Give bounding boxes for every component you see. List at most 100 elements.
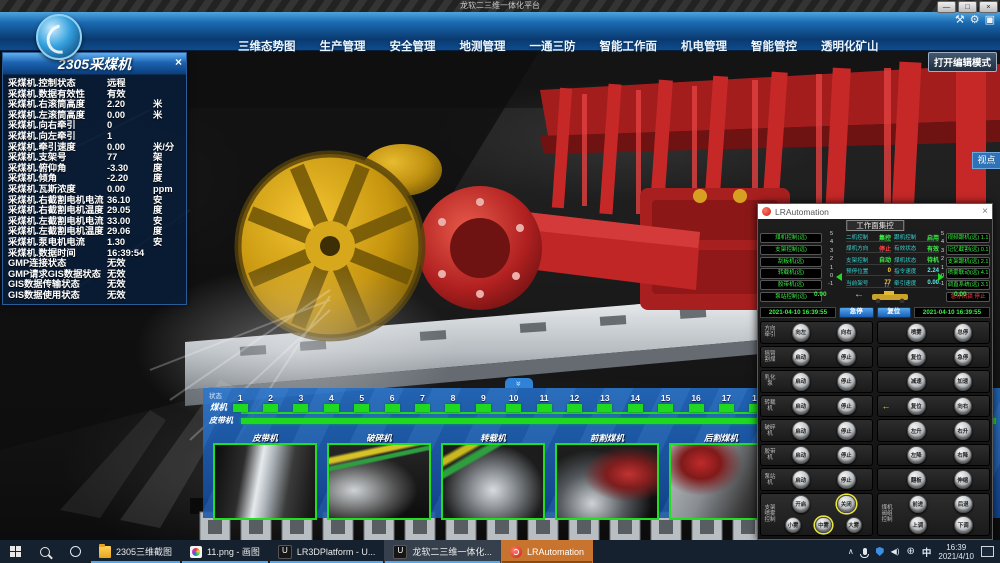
start-button[interactable] [0, 540, 30, 563]
support-status-indicator[interactable] [385, 404, 400, 412]
preset-button[interactable]: 支架控制(远) [760, 245, 822, 255]
support-status-indicator[interactable] [293, 404, 308, 412]
minimize-button[interactable]: — [937, 1, 956, 13]
control-button[interactable]: 停止 [837, 397, 856, 416]
control-button[interactable]: 左升 [907, 421, 926, 440]
control-button[interactable]: 向右 [837, 323, 856, 342]
control-button[interactable]: 小雾 [785, 517, 802, 534]
support-status-indicator[interactable] [567, 404, 582, 412]
control-button[interactable]: 总停 [954, 323, 973, 342]
viewpoint-tab[interactable]: 视点 [972, 152, 1000, 169]
control-button[interactable]: 复位 [907, 397, 926, 416]
clock[interactable]: 16:39 2021/4/10 [938, 543, 974, 561]
microphone-icon[interactable] [863, 548, 867, 555]
gear-icon[interactable]: ⚙ [970, 13, 980, 26]
workface-control-tab[interactable]: 工作面集控 [846, 220, 904, 231]
taskbar-item[interactable]: 2305三维截图 [90, 540, 181, 563]
preset-button[interactable]: 视频跟机(远) 1.1 [946, 233, 990, 243]
control-button[interactable]: 关闭 [837, 495, 856, 514]
support-status-indicator[interactable] [263, 404, 278, 412]
support-status-indicator[interactable] [324, 404, 339, 412]
control-button[interactable]: 加速 [954, 372, 973, 391]
support-status-indicator[interactable] [354, 404, 369, 412]
collapse-panel-button[interactable]: » [505, 378, 533, 388]
control-button[interactable]: 启动 [792, 372, 811, 391]
taskbar-item[interactable]: 11.png - 画图 [181, 540, 269, 563]
support-status-indicator[interactable] [597, 404, 612, 412]
shearer-panel-header[interactable]: 2305采煤机 × [3, 53, 186, 75]
preset-button[interactable]: 转载机(远) [760, 268, 822, 278]
support-status-indicator[interactable] [445, 404, 460, 412]
close-icon[interactable]: × [175, 55, 182, 69]
menu-item[interactable]: 三维态势图 [238, 38, 296, 54]
close-button[interactable]: × [979, 1, 998, 13]
taskbar-item[interactable]: U LR3DPlatform - U... [269, 540, 385, 563]
resize-icon[interactable]: ▣ [985, 13, 995, 26]
tray-expand-icon[interactable]: ∧ [848, 547, 854, 556]
touch-keyboard-icon[interactable] [981, 546, 994, 557]
control-button[interactable]: 停止 [837, 348, 856, 367]
control-button[interactable]: 中雾 [815, 517, 832, 534]
control-button[interactable]: 右升 [954, 421, 973, 440]
control-button[interactable]: 启动 [792, 421, 811, 440]
control-button[interactable]: 向右 [954, 397, 973, 416]
control-button[interactable]: 伸缩 [954, 470, 973, 489]
control-button[interactable]: 停止 [837, 421, 856, 440]
taskbar-item[interactable]: U 龙软二三维一体化... [384, 540, 501, 563]
preset-button[interactable]: 煤机控制(远) [760, 233, 822, 243]
tools-icon[interactable]: ⚒ [955, 13, 965, 26]
control-button[interactable]: 右降 [954, 446, 973, 465]
support-status-indicator[interactable] [719, 404, 734, 412]
menu-item[interactable]: 智能工作面 [600, 38, 658, 54]
support-status-indicator[interactable] [233, 404, 248, 412]
menu-item[interactable]: 地测管理 [460, 38, 506, 54]
control-button[interactable]: 启动 [792, 397, 811, 416]
control-button[interactable]: 停止 [837, 446, 856, 465]
reset-button[interactable]: 复位 [877, 307, 912, 318]
support-status-indicator[interactable] [658, 404, 673, 412]
camera-feed[interactable] [441, 443, 545, 520]
menu-item[interactable]: 智能管控 [751, 38, 797, 54]
menu-item[interactable]: 生产管理 [320, 38, 366, 54]
lrautomation-titlebar[interactable]: LRAutomation × [758, 204, 992, 219]
estop-button[interactable]: 急停 [839, 307, 874, 318]
support-status-indicator[interactable] [628, 404, 643, 412]
preset-button[interactable]: 记忆截割(远) 0.1 [946, 245, 990, 255]
control-button[interactable]: 启动 [792, 348, 811, 367]
control-button[interactable]: 停止 [837, 470, 856, 489]
control-button[interactable]: 大雾 [846, 517, 863, 534]
control-button[interactable]: 左降 [907, 446, 926, 465]
os-titlebar[interactable]: 龙软二三维一体化平台 [0, 0, 1000, 12]
ime-indicator[interactable]: 中 [922, 545, 932, 559]
control-button[interactable]: 复位 [907, 348, 926, 367]
control-button[interactable]: 下调 [954, 516, 973, 535]
open-edit-mode-button[interactable]: 打开编辑模式 [928, 52, 997, 72]
support-status-indicator[interactable] [689, 404, 704, 412]
control-button[interactable]: 停止 [837, 372, 856, 391]
control-button[interactable]: 启动 [792, 446, 811, 465]
support-status-indicator[interactable] [476, 404, 491, 412]
search-button[interactable] [30, 540, 60, 563]
cortana-button[interactable] [60, 540, 90, 563]
preset-button[interactable]: 急停闭锁 停止 [946, 292, 990, 302]
camera-feed[interactable] [327, 443, 431, 520]
control-button[interactable]: 开启 [792, 495, 811, 514]
network-icon[interactable]: ⊕ [907, 547, 915, 557]
speaker-icon[interactable]: ◀) [891, 548, 900, 556]
control-button[interactable]: 翻板 [907, 470, 926, 489]
close-icon[interactable]: × [982, 207, 988, 217]
taskbar-item[interactable]: LRAutomation [501, 540, 593, 563]
preset-button[interactable]: 支架跟机(远) 2.1 [946, 257, 990, 267]
control-button[interactable]: 喷雾 [907, 323, 926, 342]
support-status-indicator[interactable] [537, 404, 552, 412]
control-button[interactable]: 向左 [792, 323, 811, 342]
control-button[interactable]: 上调 [909, 516, 928, 535]
control-button[interactable]: 急停 [954, 348, 973, 367]
menu-item[interactable]: 安全管理 [390, 38, 436, 54]
support-status-indicator[interactable] [506, 404, 521, 412]
preset-button[interactable]: 胶带机(远) [760, 280, 822, 290]
control-button[interactable]: 后退 [954, 495, 973, 514]
preset-button[interactable]: 泵站控制(远) [760, 292, 822, 302]
preset-button[interactable]: 刮板机(远) [760, 257, 822, 267]
control-button[interactable]: 减速 [907, 372, 926, 391]
